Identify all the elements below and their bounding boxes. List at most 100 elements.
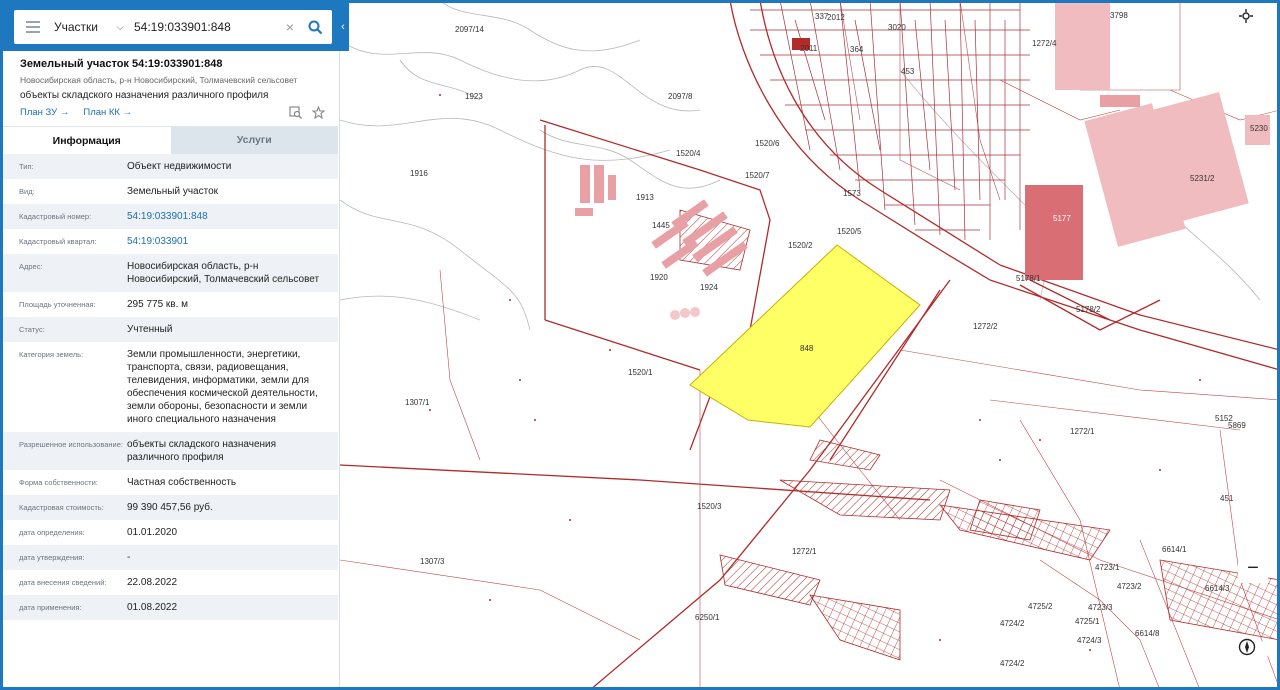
map-label: 4725/1	[1075, 617, 1100, 626]
info-key: Площадь уточненная:	[19, 300, 96, 309]
info-key: дата применения:	[19, 603, 82, 612]
map-label: 1520/1	[628, 368, 653, 377]
category-select[interactable]: Участки ⌵	[54, 20, 128, 34]
info-key: Разрешенное использование:	[19, 440, 123, 449]
search-input[interactable]: 54:19:033901:848	[134, 20, 286, 34]
cadastral-map[interactable]: 2097/14 1923 2097/8 1520/4 1520/6 1520/7…	[340, 0, 1280, 690]
info-key: дата определения:	[19, 528, 85, 537]
map-label: 4723/3	[1088, 603, 1113, 612]
crosshair-icon	[1239, 9, 1253, 23]
info-row-ownership: Форма собственности: Частная собственност…	[3, 470, 338, 495]
map-label: 1916	[410, 169, 428, 178]
plan-links: План ЗУ → План КК →	[20, 107, 132, 118]
compass-button[interactable]	[1238, 638, 1268, 668]
info-row-kind: Вид: Земельный участок	[3, 179, 338, 204]
info-value: объекты складского назначения различного…	[127, 439, 277, 463]
star-icon[interactable]	[312, 106, 325, 119]
info-value: 01.01.2020	[127, 527, 178, 538]
map-label: 6614/1	[1162, 545, 1187, 554]
map-label: 4724/2	[1000, 659, 1025, 668]
map-label: 4723/2	[1117, 582, 1142, 591]
info-row-cadastral-quarter: Кадастровый квартал: 54:19:033901	[3, 229, 338, 254]
info-key: Адрес:	[19, 262, 43, 271]
info-key: Вид:	[19, 187, 35, 196]
info-key: Форма собственности:	[19, 478, 98, 487]
zoom-to-object-icon[interactable]	[289, 106, 302, 119]
search-icon	[308, 20, 322, 34]
map-label: 3020	[888, 23, 906, 32]
map-label: 1272/1	[792, 547, 817, 556]
map-label: 5230	[1250, 124, 1268, 133]
zoom-out-button[interactable]: −	[1238, 553, 1268, 583]
search-box: Участки ⌵ 54:19:033901:848 ×	[14, 10, 332, 44]
map-label: 453	[901, 67, 915, 76]
selected-parcel-848	[689, 244, 921, 428]
tab-info[interactable]: Информация	[3, 126, 171, 154]
info-row-date-entered: дата внесения сведений: 22.08.2022	[3, 570, 338, 595]
object-title: Земельный участок 54:19:033901:848	[20, 58, 223, 70]
info-row-permitted-use: Разрешенное использование: объекты складс…	[3, 432, 338, 470]
cadastral-number-link[interactable]: 54:19:033901:848	[127, 210, 327, 223]
search-bar: Участки ⌵ 54:19:033901:848 ×	[3, 3, 343, 51]
map-label: 1520/4	[676, 149, 701, 158]
search-button[interactable]	[302, 14, 328, 40]
map-label: 5178/1	[1016, 274, 1041, 283]
map-label: 337	[815, 12, 829, 21]
map-label: 2097/14	[455, 25, 484, 34]
locate-button[interactable]	[1238, 8, 1268, 38]
collapse-panel-button[interactable]: ‹	[337, 3, 349, 51]
info-key: дата внесения сведений:	[19, 578, 107, 587]
chevron-down-icon: ⌵	[116, 21, 124, 33]
category-select-value: Участки	[54, 20, 98, 34]
map-label: 3798	[1110, 11, 1128, 20]
map-label: 5231/2	[1190, 174, 1215, 183]
info-value: 99 390 457,56 руб.	[127, 502, 213, 513]
object-description: объекты складского назначения различного…	[20, 90, 269, 101]
map-label: 1520/5	[837, 227, 862, 236]
map-label: 1272/4	[1032, 39, 1057, 48]
map-label: 4724/3	[1077, 636, 1102, 645]
info-key: Тип:	[19, 162, 34, 171]
info-row-date-determined: дата определения: 01.01.2020	[3, 520, 338, 545]
map-label: 6614/8	[1135, 629, 1160, 638]
info-key: Кадастровая стоимость:	[19, 503, 104, 512]
info-panel: Участки ⌵ 54:19:033901:848 × ‹ Земельный…	[0, 0, 349, 690]
info-value: Учтенный	[127, 324, 173, 335]
info-value: 22.08.2022	[127, 577, 178, 588]
clear-icon[interactable]: ×	[286, 19, 294, 35]
info-row-area: Площадь уточненная: 295 775 кв. м	[3, 292, 338, 317]
plan-zu-link[interactable]: План ЗУ →	[20, 107, 69, 118]
info-key: Категория земель:	[19, 350, 84, 359]
cadastral-quarter-link[interactable]: 54:19:033901	[127, 235, 327, 248]
map-label: 2097/8	[668, 92, 693, 101]
info-key: дата утверждения:	[19, 553, 85, 562]
info-value: Земли промышленности, энергетики, трансп…	[127, 349, 318, 425]
map-label: 364	[850, 45, 864, 54]
map-label: 4723/1	[1095, 563, 1120, 572]
map-label: 5178/2	[1076, 305, 1101, 314]
chevron-left-icon: ‹	[341, 21, 345, 33]
map-label: 1445	[652, 221, 670, 230]
info-key: Статус:	[19, 325, 45, 334]
map-label: 451	[1220, 494, 1234, 503]
info-key: Кадастровый квартал:	[19, 237, 97, 246]
map-label: 2011	[800, 44, 818, 53]
info-row-cadastral-number: Кадастровый номер: 54:19:033901:848	[3, 204, 338, 229]
tab-services[interactable]: Услуги	[170, 126, 338, 154]
plan-kk-link[interactable]: План КК →	[83, 107, 132, 118]
map-label: 1272/2	[973, 322, 998, 331]
menu-icon[interactable]	[26, 18, 40, 36]
map-label: 1913	[636, 193, 654, 202]
info-row-type: Тип: Объект недвижимости	[3, 154, 338, 179]
info-value: 295 775 кв. м	[127, 299, 189, 310]
info-row-land-category: Категория земель: Земли промышленности, э…	[3, 342, 338, 432]
info-value: 01.08.2022	[127, 602, 178, 613]
map-label: 5869	[1228, 421, 1246, 430]
map-label: 1520/3	[697, 502, 722, 511]
map-label: 1520/2	[788, 241, 813, 250]
object-address: Новосибирская область, р-н Новосибирский…	[20, 75, 298, 85]
map-label: 1307/3	[420, 557, 445, 566]
map-label: 1924	[700, 283, 718, 292]
map-label: 4724/2	[1000, 619, 1025, 628]
info-row-status: Статус: Учтенный	[3, 317, 338, 342]
